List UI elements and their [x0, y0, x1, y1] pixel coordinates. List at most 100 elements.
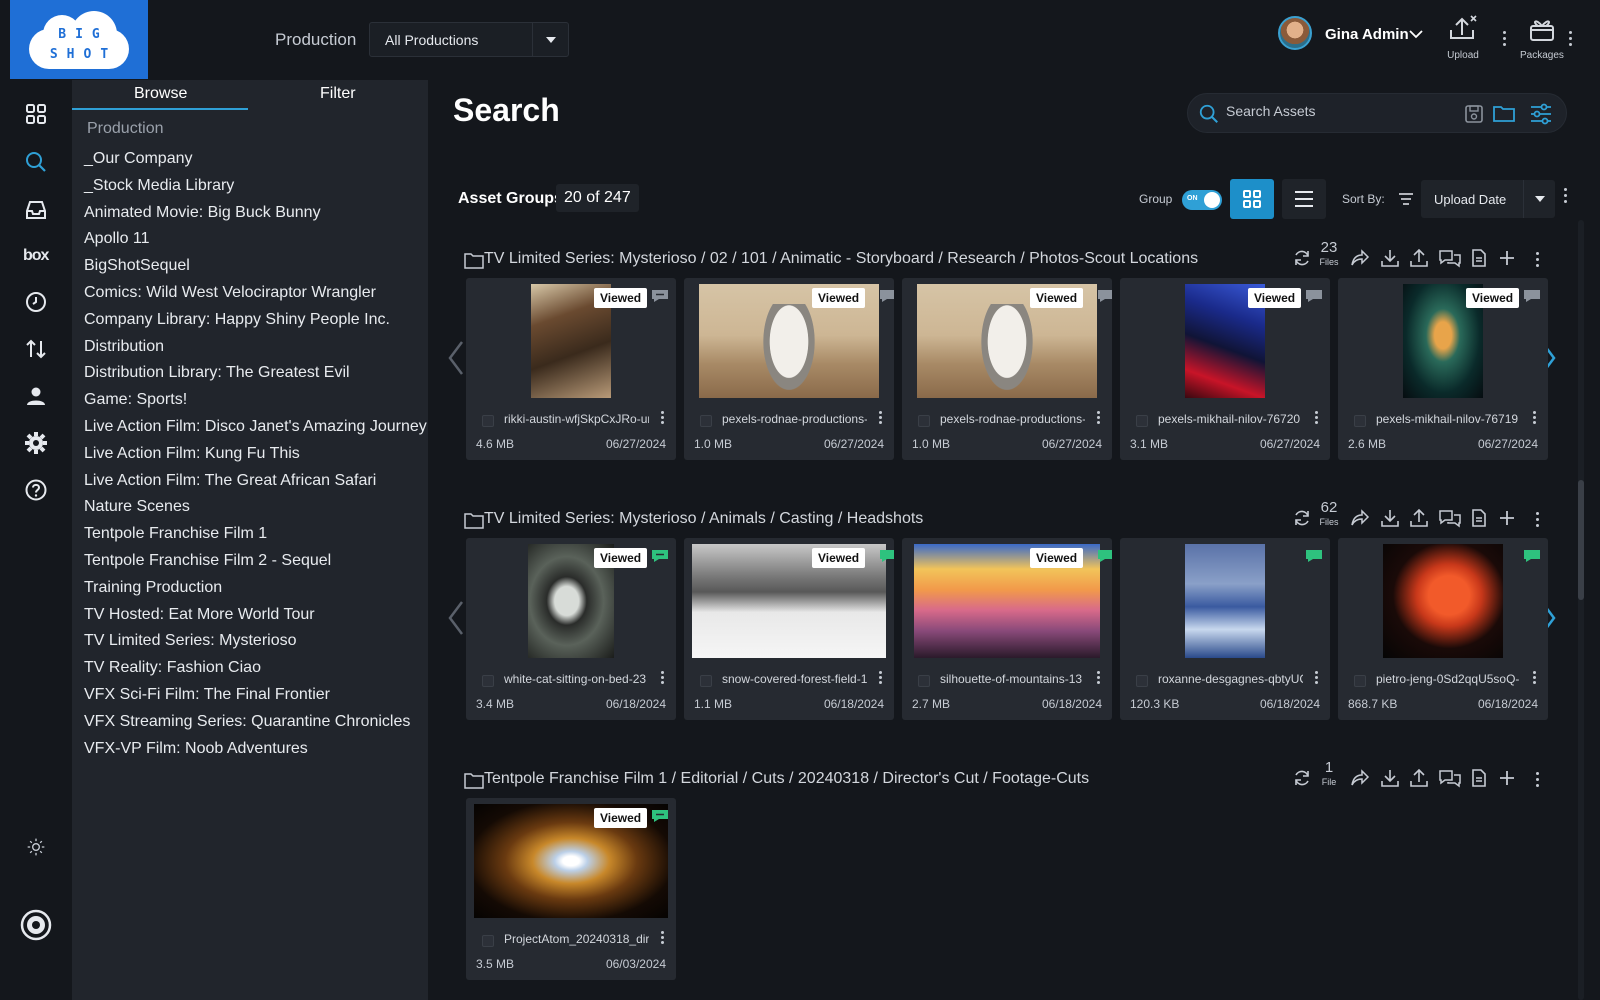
gear-icon[interactable] — [24, 431, 48, 455]
search-icon[interactable] — [24, 150, 48, 174]
asset-card[interactable]: roxanne-desgagnes-qbtyUC 120.3 KB 06/18/… — [1120, 538, 1330, 720]
user-avatar[interactable] — [1278, 16, 1312, 50]
chevron-down-icon[interactable] — [1409, 29, 1423, 39]
folder-icon[interactable] — [1493, 103, 1515, 123]
card-menu-icon[interactable] — [1097, 411, 1100, 426]
tree-item[interactable]: Animated Movie: Big Buck Bunny — [84, 200, 427, 227]
tree-item[interactable]: Company Library: Happy Shiny People Inc. — [84, 307, 427, 334]
tree-item[interactable]: _Our Company — [84, 146, 427, 173]
select-checkbox[interactable] — [482, 415, 494, 427]
share-icon[interactable] — [1350, 248, 1370, 268]
card-menu-icon[interactable] — [879, 671, 882, 686]
packages-menu-icon[interactable] — [1569, 31, 1573, 49]
download-icon[interactable] — [1380, 508, 1400, 528]
refresh-icon[interactable] — [1292, 768, 1312, 788]
filter-sliders-icon[interactable] — [1530, 103, 1552, 125]
asset-thumbnail[interactable] — [1346, 544, 1540, 658]
comments-icon[interactable] — [1438, 248, 1462, 268]
group-toggle[interactable]: ON — [1182, 190, 1222, 210]
tree-item[interactable]: Tentpole Franchise Film 2 - Sequel — [84, 548, 427, 575]
tree-item[interactable]: VFX-VP Film: Noob Adventures — [84, 736, 427, 763]
group-menu-icon[interactable] — [1536, 512, 1540, 530]
search-input[interactable] — [1226, 103, 1446, 119]
asset-card[interactable]: Viewed ProjectAtom_20240318_dir 3.5 MB 0… — [466, 798, 676, 980]
group-path[interactable]: TV Limited Series: Mysterioso / Animals … — [484, 510, 923, 528]
plus-icon[interactable] — [1497, 508, 1517, 528]
document-icon[interactable] — [1469, 248, 1489, 268]
share-icon[interactable] — [1350, 508, 1370, 528]
select-checkbox[interactable] — [1354, 675, 1366, 687]
group-path[interactable]: Tentpole Franchise Film 1 / Editorial / … — [484, 770, 1089, 788]
list-view-button[interactable] — [1282, 179, 1326, 219]
asset-card[interactable]: Viewed silhouette-of-mountains-13 2.7 MB… — [902, 538, 1112, 720]
select-checkbox[interactable] — [918, 415, 930, 427]
tree-item[interactable]: Training Production — [84, 575, 427, 602]
card-menu-icon[interactable] — [1533, 411, 1536, 426]
tab-browse[interactable]: Browse — [134, 85, 187, 103]
asset-card[interactable]: Viewed pexels-rodnae-productions-7 1.0 M… — [902, 278, 1112, 460]
scrollbar-thumb[interactable] — [1578, 480, 1584, 600]
carousel-prev-icon[interactable] — [446, 338, 466, 378]
select-checkbox[interactable] — [918, 675, 930, 687]
toolbar-menu-icon[interactable] — [1564, 188, 1568, 206]
refresh-icon[interactable] — [1292, 508, 1312, 528]
tree-item[interactable]: TV Reality: Fashion Ciao — [84, 655, 427, 682]
production-select[interactable]: All Productions — [369, 22, 569, 57]
comments-icon[interactable] — [1438, 768, 1462, 788]
asset-card[interactable]: pietro-jeng-0Sd2qqU5soQ- 868.7 KB 06/18/… — [1338, 538, 1548, 720]
card-menu-icon[interactable] — [1315, 671, 1318, 686]
user-icon[interactable] — [24, 384, 48, 408]
select-checkbox[interactable] — [1136, 675, 1148, 687]
tree-item[interactable]: Live Action Film: The Great African Safa… — [84, 468, 427, 495]
refresh-icon[interactable] — [1292, 248, 1312, 268]
download-icon[interactable] — [1380, 248, 1400, 268]
asset-card[interactable]: Viewed pexels-rodnae-productions-7 1.0 M… — [684, 278, 894, 460]
chat-bubble-icon[interactable] — [650, 288, 670, 304]
upload-icon[interactable] — [1409, 508, 1429, 528]
transfer-arrows-icon[interactable] — [24, 337, 48, 361]
tree-item[interactable]: _Stock Media Library — [84, 173, 427, 200]
share-icon[interactable] — [1350, 768, 1370, 788]
chat-bubble-icon[interactable] — [1096, 548, 1112, 564]
asset-card[interactable]: Viewed white-cat-sitting-on-bed-23 3.4 M… — [466, 538, 676, 720]
camera-aperture-icon[interactable] — [20, 909, 52, 941]
plus-icon[interactable] — [1497, 248, 1517, 268]
sun-icon[interactable] — [26, 837, 46, 857]
select-checkbox[interactable] — [1136, 415, 1148, 427]
chat-bubble-icon[interactable] — [878, 548, 894, 564]
chat-bubble-icon[interactable] — [1096, 288, 1112, 304]
sort-icon[interactable] — [1398, 192, 1414, 206]
inbox-icon[interactable] — [24, 198, 48, 222]
asset-thumbnail[interactable] — [1128, 544, 1322, 658]
upload-icon[interactable] — [1409, 248, 1429, 268]
card-menu-icon[interactable] — [879, 411, 882, 426]
chat-bubble-icon[interactable] — [1522, 288, 1542, 304]
document-icon[interactable] — [1469, 768, 1489, 788]
download-icon[interactable] — [1380, 768, 1400, 788]
production-select-toggle[interactable] — [532, 23, 568, 56]
tree-item[interactable]: Apollo 11 — [84, 226, 427, 253]
search-bar[interactable] — [1187, 93, 1567, 133]
carousel-prev-icon[interactable] — [446, 598, 466, 638]
chat-bubble-icon[interactable] — [1522, 548, 1542, 564]
tree-item[interactable]: VFX Streaming Series: Quarantine Chronic… — [84, 709, 427, 736]
tree-item[interactable]: Game: Sports! — [84, 387, 427, 414]
clock-icon[interactable] — [24, 290, 48, 314]
asset-card[interactable]: Viewed pexels-mikhail-nilov-76719 2.6 MB… — [1338, 278, 1548, 460]
dashboard-icon[interactable] — [24, 102, 48, 126]
grid-view-button[interactable] — [1230, 179, 1274, 219]
card-menu-icon[interactable] — [661, 671, 664, 686]
chat-bubble-icon[interactable] — [1304, 288, 1324, 304]
card-menu-icon[interactable] — [661, 411, 664, 426]
document-icon[interactable] — [1469, 508, 1489, 528]
tree-item[interactable]: Distribution — [84, 334, 427, 361]
select-checkbox[interactable] — [700, 415, 712, 427]
group-menu-icon[interactable] — [1536, 252, 1540, 270]
bigshot-logo[interactable]: BIG SHOT — [10, 0, 148, 79]
chat-bubble-icon[interactable] — [650, 548, 670, 564]
tree-item[interactable]: Comics: Wild West Velociraptor Wrangler — [84, 280, 427, 307]
comments-icon[interactable] — [1438, 508, 1462, 528]
chat-bubble-icon[interactable] — [650, 808, 670, 824]
card-menu-icon[interactable] — [1315, 411, 1318, 426]
tree-item[interactable]: TV Limited Series: Mysterioso — [84, 628, 427, 655]
